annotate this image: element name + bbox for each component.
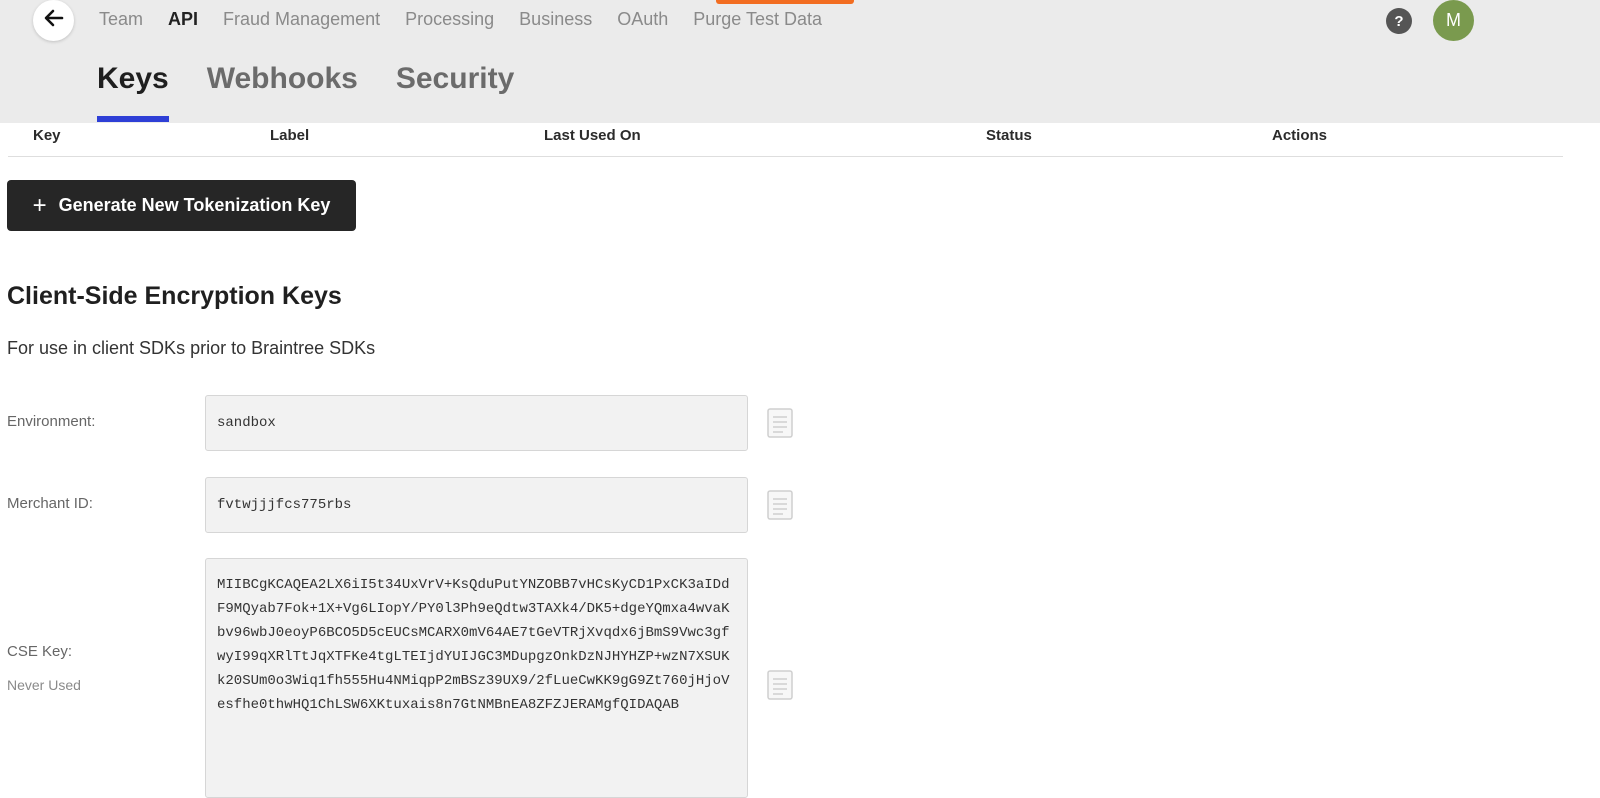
back-button[interactable] xyxy=(33,0,74,41)
cse-key-label: CSE Key: xyxy=(7,643,73,660)
merchant-id-field[interactable]: fvtwjjjfcs775rbs xyxy=(205,477,748,533)
merchant-id-label: Merchant ID: xyxy=(7,495,93,512)
nav-team[interactable]: Team xyxy=(99,9,143,30)
section-title: Client-Side Encryption Keys xyxy=(7,282,342,310)
environment-field[interactable]: sandbox xyxy=(205,395,748,451)
avatar[interactable]: M xyxy=(1433,0,1474,41)
column-label: Label xyxy=(270,127,310,144)
nav-oauth[interactable]: OAuth xyxy=(617,9,668,30)
copy-environment-icon[interactable] xyxy=(767,408,793,438)
tab-security[interactable]: Security xyxy=(396,62,514,122)
section-description: For use in client SDKs prior to Braintre… xyxy=(7,338,376,358)
keys-table-header: Key Label Last Used On Status Actions xyxy=(8,123,1563,157)
tab-keys[interactable]: Keys xyxy=(97,62,169,122)
tab-webhooks[interactable]: Webhooks xyxy=(207,62,358,122)
top-nav: Team API Fraud Management Processing Bus… xyxy=(99,9,822,30)
plus-icon: + xyxy=(32,191,47,219)
accent-bar xyxy=(716,0,854,4)
nav-api[interactable]: API xyxy=(168,9,198,30)
arrow-left-icon xyxy=(44,9,64,32)
copy-merchant-id-icon[interactable] xyxy=(767,490,793,520)
column-last-used-on: Last Used On xyxy=(544,127,641,144)
column-actions: Actions xyxy=(1272,127,1328,144)
copy-cse-key-icon[interactable] xyxy=(767,670,793,700)
cse-key-usage: Never Used xyxy=(7,677,81,693)
generate-button-label: Generate New Tokenization Key xyxy=(58,195,331,215)
help-icon[interactable]: ? xyxy=(1386,8,1412,34)
nav-fraud-management[interactable]: Fraud Management xyxy=(223,9,380,30)
column-status: Status xyxy=(986,127,1032,144)
generate-tokenization-key-button[interactable]: + Generate New Tokenization Key xyxy=(7,180,356,231)
subtabs: Keys Webhooks Security xyxy=(97,62,552,122)
cse-key-field[interactable]: MIIBCgKCAQEA2LX6iI5t34UxVrV+KsQduPutYNZO… xyxy=(205,558,748,798)
environment-label: Environment: xyxy=(7,413,96,430)
top-header: Team API Fraud Management Processing Bus… xyxy=(0,0,1600,123)
column-key: Key xyxy=(33,127,61,144)
nav-business[interactable]: Business xyxy=(519,9,592,30)
nav-processing[interactable]: Processing xyxy=(405,9,494,30)
nav-purge-test-data[interactable]: Purge Test Data xyxy=(693,9,822,30)
